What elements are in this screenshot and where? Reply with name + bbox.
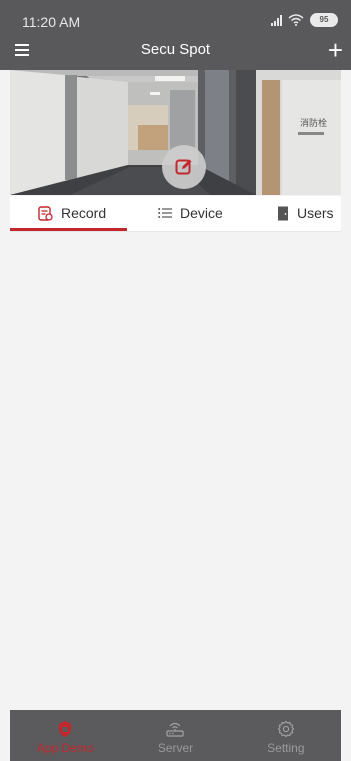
gear-icon [277,720,295,738]
router-icon [166,722,185,737]
list-icon [158,208,172,218]
door-icon [278,206,288,220]
page-title: Secu Spot [140,41,211,58]
add-button[interactable]: + [328,37,343,63]
record-icon [38,205,53,221]
nav-app-demo-label: App Demo [36,741,94,755]
tab-bar: Record Device Users [10,196,341,232]
wifi-icon [288,14,304,26]
svg-text:消防栓: 消防栓 [300,117,327,129]
tab-record-label: Record [61,205,107,221]
tab-users-label: Users [297,205,334,221]
nav-server[interactable]: Server [120,710,230,761]
record-list-area [10,232,341,710]
signal-icon [271,14,282,26]
nav-setting-label: Setting [267,741,305,755]
nav-app-demo[interactable]: App Demo [10,710,120,761]
active-tab-indicator [10,228,127,231]
top-bar: 11:20 AM 95 Secu Spot + [0,0,351,70]
tab-device-label: Device [180,205,223,221]
status-time: 11:20 AM [22,14,81,30]
battery-indicator: 95 [310,13,338,27]
home-shield-icon [59,721,72,737]
edit-icon [175,159,192,175]
bottom-navigation: App Demo Server Setting [10,710,341,761]
nav-server-label: Server [157,741,194,755]
edit-button[interactable] [162,145,206,189]
tab-device[interactable]: Device [158,196,223,230]
tab-record[interactable]: Record [38,196,106,230]
status-icons: 95 [271,13,338,27]
nav-setting[interactable]: Setting [231,710,341,761]
tab-users[interactable]: Users [277,196,334,230]
app-screen: 11:20 AM 95 Secu Spot + 消防栓 Record Devic… [0,0,351,761]
